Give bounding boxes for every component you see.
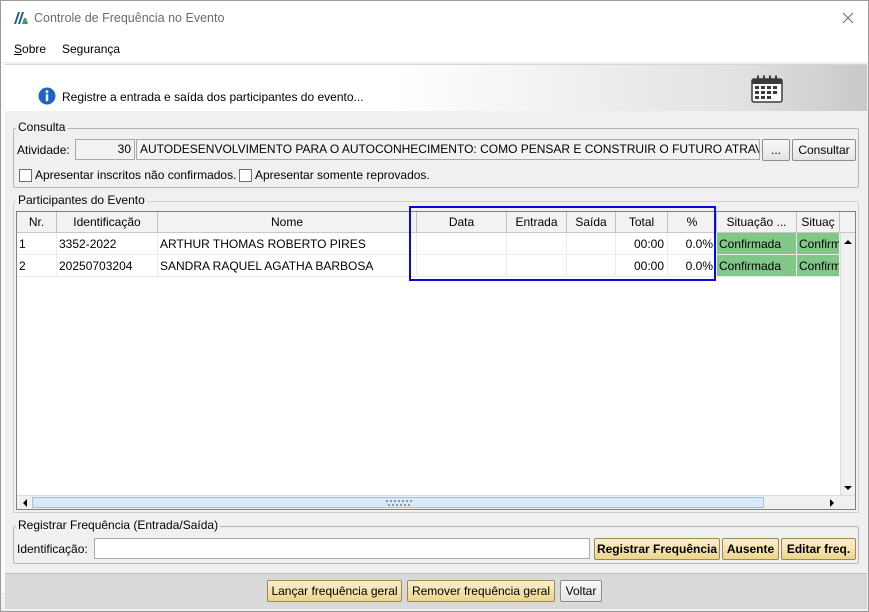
cell-nome: ARTHUR THOMAS ROBERTO PIRES [158,233,417,255]
ausente-button[interactable]: Ausente [722,538,779,560]
cell-situacao2: Confirm [797,255,840,277]
cell-situacao: Confirmada [717,233,797,255]
cell-situacao: Confirmada [717,255,797,277]
registrar-group: Registrar Frequência (Entrada/Saída) Ide… [13,518,859,564]
reprovados-checkbox[interactable] [239,169,252,182]
nao-confirmados-label: Apresentar inscritos não confirmados. [35,168,237,182]
highlight-rectangle [409,206,716,281]
menu-sobre-mnemonic: S [14,42,23,56]
participantes-title: Participantes do Evento [16,193,147,207]
cell-nome: SANDRA RAQUEL AGATHA BARBOSA [158,255,417,277]
registrar-frequencia-button[interactable]: Registrar Frequência [594,538,720,560]
vertical-scrollbar[interactable] [840,233,855,497]
consultar-button[interactable]: Consultar [792,139,856,161]
consulta-group: Consulta Atividade: 30 AUTODESENVOLVIMEN… [13,120,859,188]
window-title: Controle de Frequência no Evento [34,11,225,25]
info-icon [38,87,56,105]
close-icon[interactable] [838,8,858,28]
menu-sobre[interactable]: Sobre [14,42,46,56]
cell-identificacao: 3352-2022 [57,233,158,255]
col-header-nome[interactable]: Nome [158,212,417,233]
col-header-situacao[interactable]: Situação ... [717,212,797,233]
cell-situacao2: Confirm [797,233,840,255]
horizontal-scroll-thumb[interactable] [32,497,764,508]
scroll-left-icon[interactable] [18,496,32,510]
remover-frequencia-geral-button[interactable]: Remover frequência geral [407,580,555,602]
horizontal-scrollbar[interactable] [17,495,855,509]
background-window-edge [1,63,5,593]
scroll-down-icon[interactable] [841,481,855,495]
lancar-frequencia-geral-button[interactable]: Lançar frequência geral [267,580,402,602]
consulta-title: Consulta [16,120,68,134]
app-logo-icon [14,12,28,24]
calendar-icon [751,75,783,103]
atividade-name-field: AUTODESENVOLVIMENTO PARA O AUTOCONHECIME… [136,139,760,160]
col-header-situacao2[interactable]: Situaç [797,212,840,233]
editar-freq-button[interactable]: Editar freq. [781,538,856,560]
cell-nr: 2 [17,255,57,277]
browse-atividade-button[interactable]: ... [762,139,790,161]
menu-bar: Sobre Segurança [1,37,868,62]
menu-seguranca[interactable]: Segurança [62,42,120,56]
footer-bar: Lançar frequência geral Remover frequênc… [5,573,867,609]
identificacao-label: Identificação: [17,542,88,556]
reprovados-label: Apresentar somente reprovados. [255,168,430,182]
scroll-up-icon[interactable] [841,235,855,249]
col-header-nr[interactable]: Nr. [17,212,57,233]
scroll-right-icon[interactable] [825,496,839,510]
grip-icon [386,500,412,506]
identificacao-input[interactable] [94,538,590,559]
cell-identificacao: 20250703204 [57,255,158,277]
col-header-identificacao[interactable]: Identificação [57,212,158,233]
registrar-title: Registrar Frequência (Entrada/Saída) [16,518,221,532]
title-bar: Controle de Frequência no Evento [1,1,868,37]
atividade-code-field[interactable]: 30 [75,139,135,160]
main-window: Controle de Frequência no Evento Sobre S… [0,0,869,612]
atividade-label: Atividade: [17,143,70,157]
cell-nr: 1 [17,233,57,255]
nao-confirmados-checkbox[interactable] [19,169,32,182]
menu-sobre-rest: obre [22,42,47,56]
voltar-button[interactable]: Voltar [560,580,602,602]
banner-text: Registre a entrada e saída dos participa… [62,90,364,104]
header-banner: Registre a entrada e saída dos participa… [5,64,867,111]
